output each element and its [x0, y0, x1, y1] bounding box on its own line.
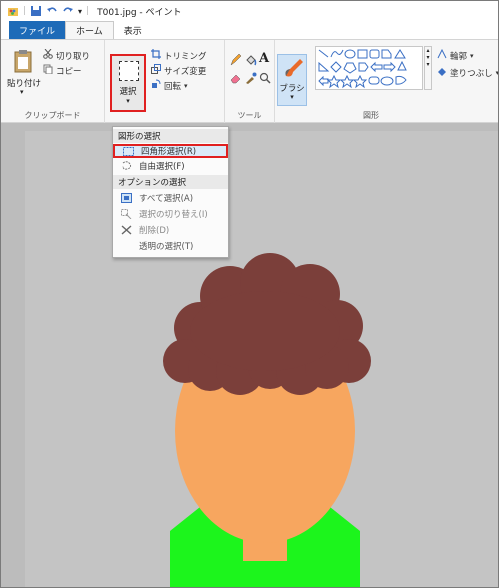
hair-shape	[163, 253, 371, 395]
menu-item-transparent[interactable]: 透明の選択(T)	[113, 239, 228, 253]
save-icon[interactable]	[30, 5, 42, 17]
copy-label: コピー	[56, 66, 82, 77]
clipboard-group-label: クリップボード	[24, 111, 81, 120]
menu-item-label: 透明の選択(T)	[139, 242, 194, 252]
brush-button[interactable]: ブラシ ▾	[277, 54, 307, 106]
section-options: オプションの選択	[113, 175, 228, 189]
select-dropdown-menu: 図形の選択 四角形選択(R) 自由選択(F) オプションの選択 すべて選択(A)…	[112, 126, 229, 258]
tab-home[interactable]: ホーム	[65, 21, 114, 39]
tools-group-label: ツール	[237, 111, 262, 120]
eraser-icon[interactable]	[230, 72, 242, 87]
brush-icon	[282, 58, 304, 83]
separator: |	[86, 6, 90, 16]
select-label: 選択	[119, 87, 137, 97]
cut-label: 切り取り	[56, 51, 91, 62]
menu-item-label: 削除(D)	[139, 226, 170, 236]
menu-item-label: 選択の切り替え(I)	[139, 210, 208, 220]
select-icon	[119, 61, 139, 81]
shapes-scrollbar[interactable]: ▴ ▾ ▾	[424, 46, 432, 90]
resize-button[interactable]: サイズ変更	[151, 64, 206, 77]
separator: |	[23, 6, 27, 16]
magnifier-icon[interactable]	[259, 72, 271, 87]
menu-item-rect-select[interactable]: 四角形選択(R)	[113, 144, 228, 158]
menu-item-label: 四角形選択(R)	[141, 147, 197, 157]
shape-fill-icon	[437, 66, 447, 79]
tools-group: A ツール	[225, 40, 275, 124]
paste-label: 貼り付け	[7, 79, 42, 89]
select-button[interactable]: 選択 ▾	[110, 54, 146, 112]
crop-label: トリミング	[164, 51, 207, 62]
drawing-image	[163, 253, 371, 587]
rect-select-icon	[121, 146, 135, 157]
menu-item-label: すべて選択(A)	[139, 194, 194, 204]
crop-button[interactable]: トリミング	[151, 49, 207, 62]
title-bar: | ▾ | T001.jpg - ペイント	[1, 1, 498, 21]
shapes-icon	[316, 49, 422, 92]
drawing-canvas[interactable]	[25, 131, 498, 587]
outline-label: 輪郭	[450, 51, 468, 62]
shapes-group-label: 図形	[363, 111, 379, 120]
menu-item-delete[interactable]: 削除(D)	[113, 223, 228, 237]
rotate-label: 回転	[164, 81, 182, 92]
fill-button[interactable]: 塗りつぶし ▾	[437, 66, 499, 79]
chevron-down-icon: ▾	[184, 81, 188, 90]
chevron-down-icon: ▾	[470, 51, 474, 60]
copy-icon	[43, 64, 53, 77]
resize-label: サイズ変更	[164, 66, 207, 77]
select-all-icon	[119, 193, 133, 204]
window-title: T001.jpg - ペイント	[97, 7, 182, 18]
chevron-down-icon: ▾	[290, 93, 294, 101]
cut-icon	[43, 48, 53, 62]
rotate-button[interactable]: 回転 ▾	[151, 79, 188, 92]
menu-item-select-all[interactable]: すべて選択(A)	[113, 191, 228, 205]
shapes-group: ▴ ▾ ▾ 輪郭 ▾ 塗りつぶし ▾ 図形	[311, 40, 499, 124]
chevron-down-icon: ▾	[20, 88, 24, 96]
transparent-icon	[119, 241, 133, 252]
paste-button[interactable]: 貼り付け ▾	[7, 47, 41, 97]
menu-item-label: 自由選択(F)	[139, 162, 185, 172]
section-shape-select: 図形の選択	[113, 129, 228, 143]
free-select-icon	[119, 161, 133, 172]
picker-icon[interactable]	[245, 72, 257, 87]
crop-icon	[151, 49, 161, 62]
paint-app-icon	[7, 5, 19, 17]
fill-icon[interactable]	[245, 54, 257, 69]
ribbon-tabs: ファイル ホーム 表示	[1, 21, 498, 39]
copy-button[interactable]: コピー	[43, 64, 82, 77]
rotate-icon	[151, 79, 161, 92]
outline-button[interactable]: 輪郭 ▾	[437, 48, 474, 62]
menu-item-free-select[interactable]: 自由選択(F)	[113, 159, 228, 173]
redo-icon[interactable]	[62, 5, 74, 17]
resize-icon	[151, 64, 161, 77]
delete-icon	[119, 225, 133, 236]
paint-window: | ▾ | T001.jpg - ペイント ファイル ホーム 表示 貼り付け ▾	[0, 0, 499, 588]
canvas-workspace	[1, 123, 498, 587]
pencil-icon[interactable]	[230, 53, 242, 69]
tab-view[interactable]: 表示	[114, 21, 152, 39]
undo-icon[interactable]	[46, 5, 58, 17]
chevron-down-icon: ▾	[495, 68, 499, 77]
customize-toolbar-icon[interactable]: ▾	[78, 7, 82, 16]
invert-icon	[119, 209, 133, 220]
ribbon: 貼り付け ▾ 切り取り コピー クリップボード トリミング サイズ変更 回転 ▾…	[1, 39, 499, 124]
fill-label: 塗りつぶし	[450, 68, 493, 79]
text-icon[interactable]: A	[259, 51, 269, 66]
chevron-down-icon: ▾	[126, 97, 130, 105]
cut-button[interactable]: 切り取り	[43, 48, 91, 62]
paste-icon	[13, 49, 33, 76]
clipboard-group: 貼り付け ▾ 切り取り コピー クリップボード	[1, 40, 105, 124]
shapes-gallery[interactable]	[315, 46, 423, 90]
tab-file[interactable]: ファイル	[9, 21, 66, 39]
menu-item-invert-select[interactable]: 選択の切り替え(I)	[113, 207, 228, 221]
outline-icon	[437, 48, 447, 62]
